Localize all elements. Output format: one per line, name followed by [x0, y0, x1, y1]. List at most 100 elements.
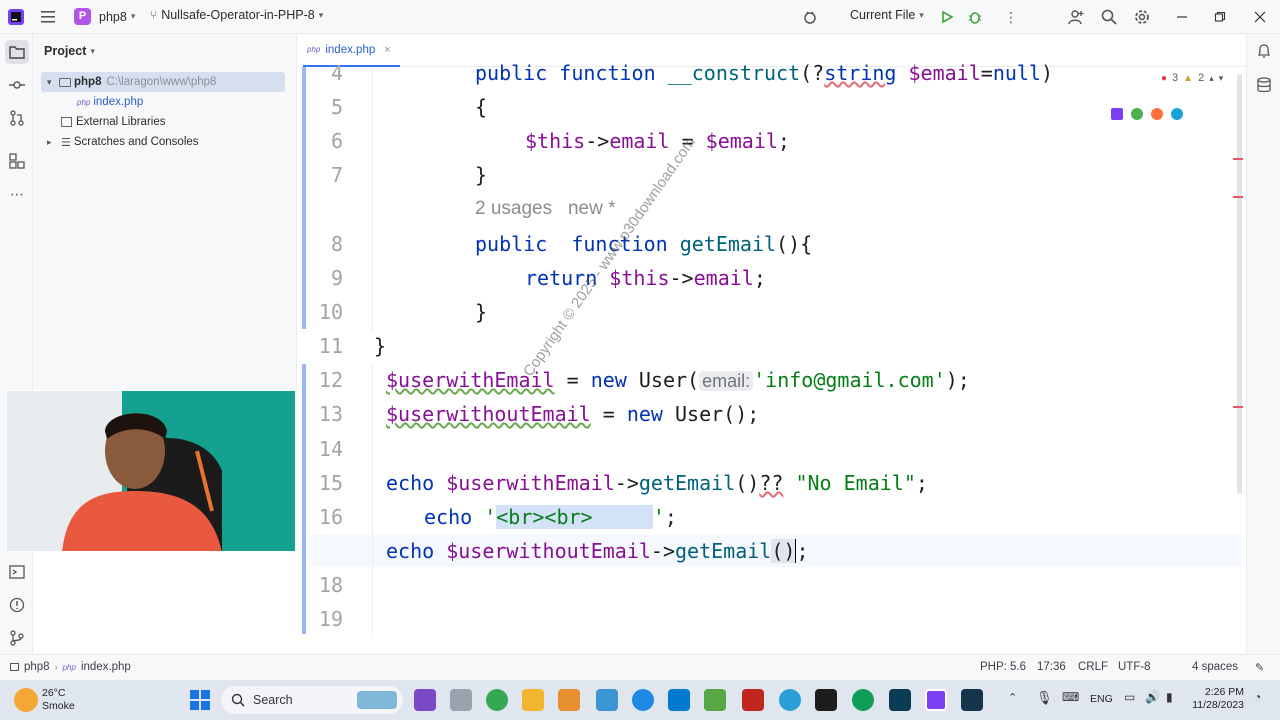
phpstorm-app-icon[interactable]	[925, 689, 947, 711]
microphone-icon[interactable]: 🎙	[1036, 690, 1053, 706]
edge-app-icon[interactable]	[852, 689, 874, 711]
code-line[interactable]: }	[475, 300, 487, 324]
close-window-icon[interactable]	[1249, 6, 1271, 28]
volume-icon[interactable]: 🔊	[1145, 690, 1160, 704]
code-line[interactable]: echo '<br><br> ';	[424, 505, 677, 529]
indent-selector[interactable]: 4 spaces	[1192, 661, 1238, 673]
sublime-text-icon[interactable]	[558, 689, 580, 711]
more-actions-icon[interactable]: ⋮	[1000, 6, 1022, 28]
code-line[interactable]: echo $userwithEmail->getEmail()?? "No Em…	[386, 471, 928, 495]
code-line[interactable]: return $this->email;	[525, 266, 766, 290]
database-icon[interactable]	[1253, 74, 1275, 96]
code-line[interactable]: {	[475, 95, 487, 119]
project-tool-folder-icon[interactable]	[5, 40, 29, 64]
project-panel-header[interactable]: Project ▾	[44, 41, 95, 61]
problems-icon[interactable]	[6, 594, 28, 616]
line-number: 4	[330, 61, 343, 85]
title-bar: P php8 ▾ ⑂ Nullsafe-Operator-in-PHP-8 ▾ …	[0, 0, 1280, 34]
debug-icon[interactable]	[964, 6, 986, 28]
restore-window-icon[interactable]	[1209, 6, 1231, 28]
breadcrumb-root[interactable]: php8	[24, 661, 50, 673]
filezilla-app-icon[interactable]	[742, 689, 764, 711]
caret-position[interactable]: 17:36	[1037, 661, 1066, 673]
copilot-app-icon[interactable]	[414, 689, 436, 711]
code-with-me-icon[interactable]	[799, 6, 821, 28]
firefox-icon[interactable]	[1151, 108, 1163, 120]
code-line[interactable]: $userwithoutEmail = new User();	[386, 402, 759, 426]
commit-icon[interactable]	[6, 74, 28, 96]
vcs-branch-switcher[interactable]: ⑂ Nullsafe-Operator-in-PHP-8 ▾	[150, 8, 323, 22]
error-stripe-marker[interactable]	[1233, 406, 1243, 408]
code-line[interactable]: echo $userwithoutEmail->getEmail();	[386, 539, 808, 563]
line-ending-selector[interactable]: CRLF	[1078, 661, 1108, 673]
breadcrumb[interactable]: php8 › php index.php	[10, 661, 131, 673]
battery-icon[interactable]: ▮	[1166, 690, 1173, 704]
tree-item-index-php[interactable]: php index.php	[77, 92, 143, 112]
phpstorm-browser-icon[interactable]	[1111, 108, 1123, 120]
terminal-icon[interactable]	[6, 561, 28, 583]
help-app-icon[interactable]	[632, 689, 654, 711]
read-only-lock-icon[interactable]: ✎	[1255, 661, 1264, 674]
code-line[interactable]: public function __construct(?string $ema…	[475, 61, 1053, 85]
language-indicator[interactable]: ENG	[1090, 693, 1113, 705]
network-icon[interactable]: ▭	[1124, 690, 1135, 704]
more-tools-icon[interactable]: ⋯	[6, 183, 28, 205]
chrome-icon[interactable]	[1131, 108, 1143, 120]
settings-gear-icon[interactable]	[1131, 6, 1153, 28]
php-version-indicator[interactable]: PHP: 5.6	[980, 661, 1026, 673]
project-switcher[interactable]: P php8 ▾	[74, 8, 135, 25]
notification-center-icon[interactable]: ◔	[1254, 690, 1261, 704]
pull-requests-icon[interactable]	[6, 107, 28, 129]
chrome-app-icon[interactable]	[486, 689, 508, 711]
weather-widget[interactable]: 26°C Smoke	[42, 687, 75, 713]
taskbar-search-box[interactable]: Search	[221, 686, 403, 714]
minimize-window-icon[interactable]	[1171, 6, 1193, 28]
weather-temp: 26°C	[42, 687, 66, 699]
add-user-icon[interactable]	[1065, 6, 1087, 28]
system-clock[interactable]: 2:26 PM 11/28/2023	[1190, 686, 1244, 712]
windows-start-icon[interactable]	[190, 690, 210, 715]
search-icon[interactable]	[1098, 6, 1120, 28]
file-explorer-icon[interactable]	[522, 689, 544, 711]
code-line[interactable]: }	[475, 163, 487, 187]
weather-sun-icon[interactable]	[14, 688, 38, 712]
error-stripe-marker[interactable]	[1233, 158, 1243, 160]
tab-label: index.php	[325, 43, 376, 56]
edge-icon[interactable]	[1171, 108, 1183, 120]
structure-icon[interactable]	[6, 150, 28, 172]
vscode-app-icon[interactable]	[668, 689, 690, 711]
keyboard-icon[interactable]: ⌨	[1062, 690, 1079, 704]
code-line[interactable]: }	[374, 334, 386, 358]
breadcrumb-file[interactable]: index.php	[81, 661, 131, 673]
canva-app-icon[interactable]	[779, 689, 801, 711]
usages-inlay-hint[interactable]: 2 usages new *	[475, 198, 615, 220]
line-number: 11	[318, 334, 343, 358]
code-line[interactable]: $this->email = $email;	[525, 129, 790, 153]
remote-app-icon[interactable]	[961, 689, 983, 711]
warning-icon: ▲	[1183, 72, 1194, 84]
tree-item-external-libraries[interactable]: External Libraries	[61, 112, 165, 132]
chevron-up-icon[interactable]: ⌃	[1008, 691, 1017, 704]
tree-item-root[interactable]: ▾ php8 C:\laragon\www\php8	[41, 72, 285, 92]
vertical-scrollbar[interactable]	[1237, 74, 1242, 494]
left-tool-strip: ⋯	[0, 34, 33, 654]
notifications-bell-icon[interactable]	[1253, 40, 1275, 62]
photos-app-icon[interactable]	[596, 689, 618, 711]
terminal-app-icon[interactable]	[889, 689, 911, 711]
run-icon[interactable]	[936, 6, 958, 28]
line-number: 9	[330, 266, 343, 290]
affinity-app-icon[interactable]	[815, 689, 837, 711]
main-menu-icon[interactable]	[38, 6, 60, 28]
notepad-app-icon[interactable]	[704, 689, 726, 711]
error-stripe-marker[interactable]	[1233, 196, 1243, 198]
code-line[interactable]: $userwithEmail = new User(email:'info@gm…	[386, 368, 970, 392]
inspection-widget[interactable]: ● 3 ▲ 2 ▴ ▾	[1161, 72, 1223, 84]
tree-item-scratches[interactable]: ▸ ☰ Scratches and Consoles	[47, 132, 199, 152]
chevron-down-icon: ▾	[318, 9, 324, 20]
run-config-selector[interactable]: Current File ▾	[850, 8, 924, 22]
encoding-selector[interactable]: UTF-8	[1118, 661, 1151, 673]
task-view-icon[interactable]	[450, 689, 472, 711]
code-line[interactable]: public function getEmail(){	[475, 232, 812, 256]
git-icon[interactable]	[6, 627, 28, 649]
close-tab-icon[interactable]: ×	[384, 44, 390, 56]
